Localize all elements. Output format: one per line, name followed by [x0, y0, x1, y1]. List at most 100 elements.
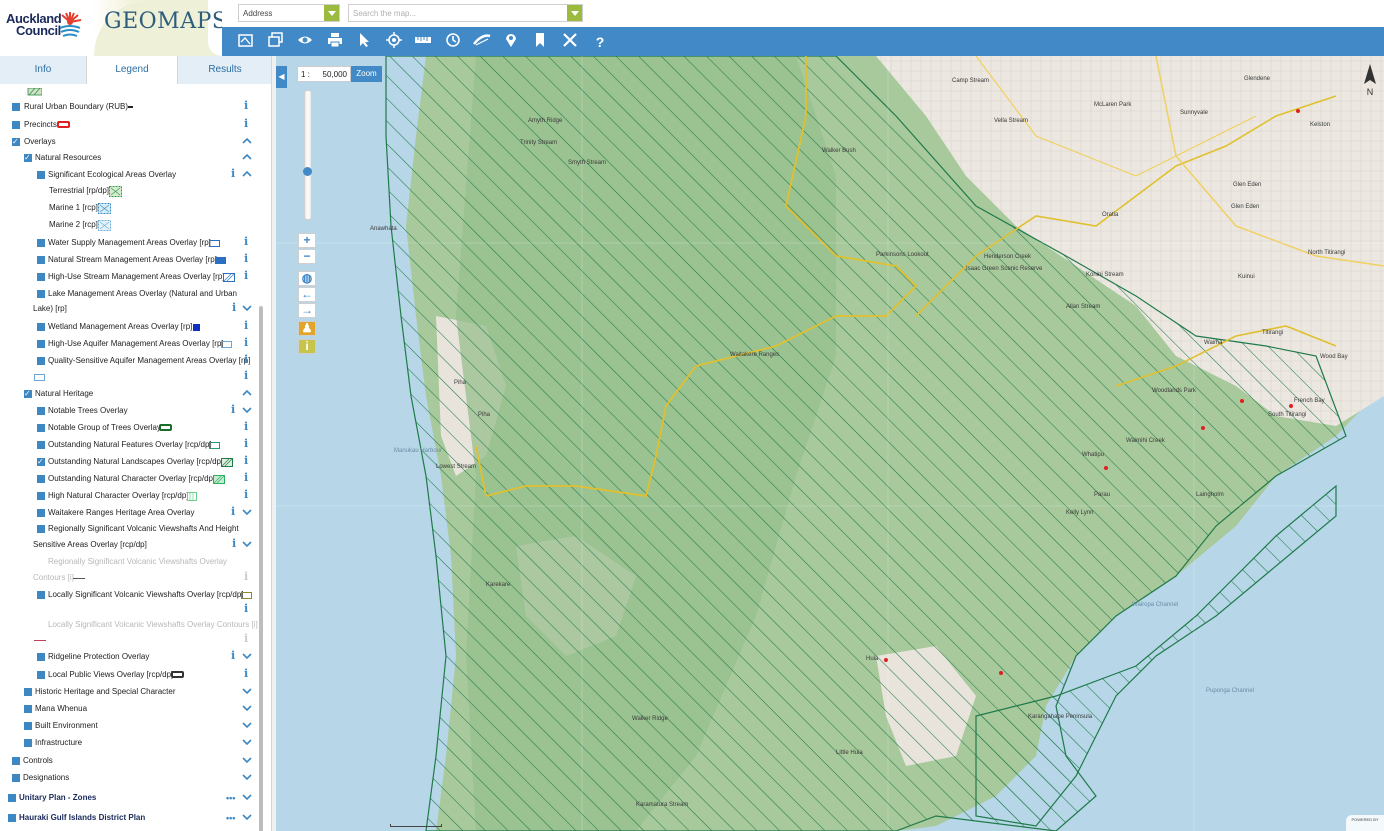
layer-toggle[interactable] — [37, 239, 45, 247]
layer-toggle[interactable] — [37, 290, 45, 298]
scale-input[interactable]: 1 : 50,000 — [297, 66, 351, 82]
globe-icon[interactable]: ◍ — [298, 271, 316, 286]
chevron-up-icon[interactable] — [242, 152, 252, 162]
info-icon[interactable]: i — [244, 252, 252, 266]
legend-item-notable-group[interactable]: Notable Group of Trees Overlay i — [37, 420, 256, 435]
legend-item-precincts[interactable]: Precincts i — [12, 117, 256, 132]
legend-group-mana-whenua[interactable]: Mana Whenua — [24, 702, 256, 716]
legend-item-local-contours[interactable]: Locally Significant Volcanic Viewshafts … — [37, 618, 258, 632]
legend-item-natural-stream[interactable]: Natural Stream Management Areas Overlay … — [37, 252, 256, 267]
layer-toggle[interactable] — [37, 171, 45, 179]
layer-toggle[interactable] — [37, 475, 45, 483]
legend-group-natural-resources[interactable]: Natural Resources — [24, 151, 256, 165]
zoom-in-button[interactable]: + — [298, 233, 316, 248]
collapse-panel-button[interactable]: ◀ — [276, 66, 287, 88]
legend-group-controls[interactable]: Controls — [12, 754, 256, 768]
chevron-down-icon[interactable] — [242, 651, 252, 661]
layer-toggle[interactable] — [24, 705, 32, 713]
eye-icon[interactable] — [295, 32, 315, 52]
tab-info[interactable]: Info — [0, 56, 86, 84]
layer-toggle[interactable] — [12, 103, 20, 111]
panel-scrollbar[interactable] — [259, 306, 263, 831]
layer-toggle[interactable] — [12, 757, 20, 765]
bookmark-icon[interactable] — [530, 32, 550, 52]
layer-toggle[interactable] — [37, 653, 45, 661]
legend-item-local-views[interactable]: Local Public Views Overlay [rcp/dp] i — [37, 667, 256, 682]
legend-item-high-character[interactable]: High Natural Character Overlay [rcp/dp] … — [37, 488, 256, 503]
info-icon[interactable]: i — [244, 235, 252, 249]
basemap-icon[interactable] — [236, 32, 256, 52]
more-options-icon[interactable]: ••• — [226, 791, 235, 805]
layer-toggle[interactable] — [37, 509, 45, 517]
legend-item-outstanding-features[interactable]: Outstanding Natural Features Overlay [rc… — [37, 437, 256, 452]
legend-item-quality-aquifer[interactable]: Quality-Sensitive Aquifer Management Are… — [37, 353, 256, 368]
legend-group-overlays[interactable]: Overlays — [12, 135, 256, 149]
info-icon[interactable]: i — [231, 505, 239, 519]
chevron-down-icon[interactable] — [242, 539, 252, 549]
chevron-down-icon[interactable] — [242, 737, 252, 747]
measure-icon[interactable] — [413, 32, 433, 52]
chevron-up-icon[interactable] — [242, 136, 252, 146]
info-icon[interactable]: i — [231, 403, 239, 417]
info-icon[interactable]: i — [244, 488, 252, 502]
legend-item-water-supply[interactable]: Water Supply Management Areas Overlay [r… — [37, 235, 256, 250]
layer-toggle[interactable] — [37, 407, 45, 415]
tab-legend[interactable]: Legend — [86, 56, 178, 84]
layer-toggle[interactable] — [8, 814, 16, 822]
legend-item-high-use-aquifer[interactable]: High-Use Aquifer Management Areas Overla… — [37, 336, 256, 351]
layer-toggle[interactable] — [37, 273, 45, 281]
layer-toggle[interactable] — [37, 525, 45, 533]
info-icon[interactable]: i — [244, 319, 252, 333]
info-icon[interactable]: i — [244, 269, 252, 283]
info-icon[interactable]: i — [232, 537, 240, 551]
chevron-down-icon[interactable] — [242, 792, 252, 802]
chevron-down-icon[interactable] — [242, 303, 252, 313]
chevron-down-icon[interactable] — [242, 703, 252, 713]
back-arrow-icon[interactable]: ← — [298, 287, 316, 302]
tools-icon[interactable] — [560, 32, 580, 52]
legend-item-regional-volcanic-cont[interactable]: Sensitive Areas Overlay [rcp/dp] i — [33, 537, 256, 552]
legend-group-designations[interactable]: Designations — [12, 771, 256, 785]
layer-toggle[interactable] — [24, 722, 32, 730]
search-input[interactable]: Search the map... — [348, 4, 583, 22]
street-view-icon[interactable]: ♟ — [298, 321, 316, 336]
info-icon[interactable]: i — [231, 167, 239, 181]
chevron-down-icon[interactable] — [242, 686, 252, 696]
info-icon[interactable]: i — [244, 369, 252, 383]
layer-toggle[interactable] — [8, 794, 16, 802]
legend-item-wetland[interactable]: Wetland Management Areas Overlay [rp] i — [37, 319, 256, 334]
legend-group-natural-heritage[interactable]: Natural Heritage — [24, 387, 256, 401]
legend-item-regional-contours[interactable]: Regionally Significant Volcanic Viewshaf… — [37, 555, 256, 569]
layer-toggle[interactable] — [37, 441, 45, 449]
info-icon[interactable]: i — [244, 99, 252, 113]
info-tool-icon[interactable]: i — [298, 339, 316, 354]
chevron-down-icon[interactable] — [242, 507, 252, 517]
layer-checkbox[interactable] — [12, 135, 20, 149]
zoom-slider[interactable] — [304, 90, 312, 220]
legend-section-unitary-zones[interactable]: Unitary Plan - Zones ••• — [8, 791, 256, 805]
more-options-icon[interactable]: ••• — [226, 811, 235, 825]
layer-toggle[interactable] — [37, 621, 45, 629]
search-type-dropdown[interactable]: Address — [238, 4, 340, 22]
legend-item-sea[interactable]: Significant Ecological Areas Overlay i — [37, 167, 256, 182]
zoom-slider-handle[interactable] — [303, 167, 312, 176]
chevron-up-icon[interactable] — [242, 388, 252, 398]
layer-toggle[interactable] — [37, 591, 45, 599]
info-icon[interactable]: i — [244, 632, 252, 646]
layer-toggle[interactable] — [37, 256, 45, 264]
layer-toggle[interactable] — [24, 739, 32, 747]
legend-item-regional-contours-cont[interactable]: Contours [i] i — [33, 570, 256, 585]
legend-item-ridgeline[interactable]: Ridgeline Protection Overlay i — [37, 649, 256, 664]
layer-checkbox[interactable] — [24, 387, 32, 401]
layer-toggle[interactable] — [37, 558, 45, 566]
route-icon[interactable] — [472, 32, 492, 52]
layer-toggle[interactable] — [37, 323, 45, 331]
layer-checkbox[interactable] — [24, 151, 32, 165]
legend-item-local-volcanic[interactable]: Locally Significant Volcanic Viewshafts … — [37, 588, 256, 602]
layer-toggle[interactable] — [37, 424, 45, 432]
info-icon[interactable]: i — [244, 420, 252, 434]
layer-checkbox[interactable] — [37, 455, 45, 469]
chevron-up-icon[interactable] — [242, 169, 252, 179]
chevron-down-icon[interactable] — [242, 720, 252, 730]
info-icon[interactable]: i — [244, 353, 252, 367]
